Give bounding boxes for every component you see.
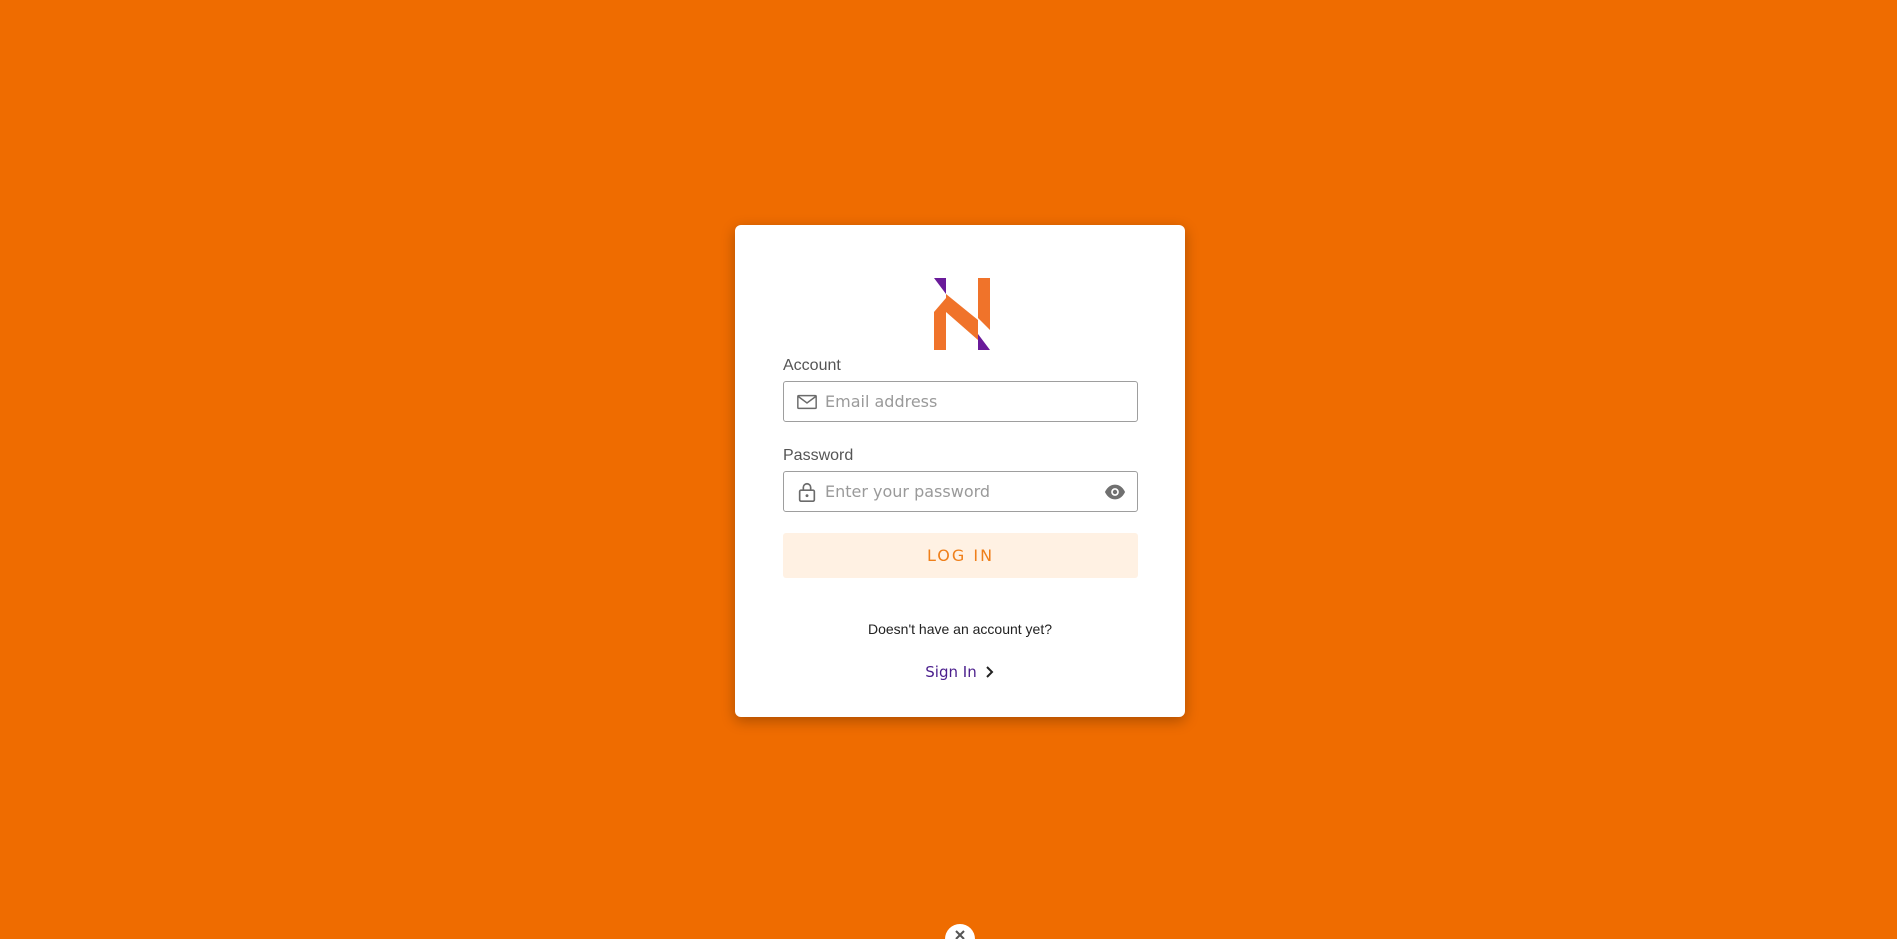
account-label: Account	[783, 357, 841, 374]
signin-link[interactable]: Sign In	[735, 663, 1185, 681]
password-field-wrapper	[783, 471, 1138, 512]
password-input[interactable]	[825, 472, 1085, 511]
chevron-right-icon	[985, 666, 994, 678]
email-input[interactable]	[825, 382, 1085, 421]
password-label: Password	[783, 447, 854, 464]
email-field-wrapper	[783, 381, 1138, 422]
mail-icon	[797, 394, 817, 410]
close-icon	[955, 930, 965, 939]
brand-logo	[934, 278, 990, 350]
floating-close-button[interactable]	[945, 924, 975, 939]
login-button[interactable]: LOG IN	[783, 533, 1138, 578]
login-card: Account Password LOG IN Doesn't have an …	[735, 225, 1185, 717]
signup-prompt: Doesn't have an account yet?	[867, 621, 1053, 637]
signin-link-label: Sign In	[925, 663, 977, 681]
lock-icon	[798, 482, 816, 502]
eye-icon[interactable]	[1103, 481, 1127, 503]
